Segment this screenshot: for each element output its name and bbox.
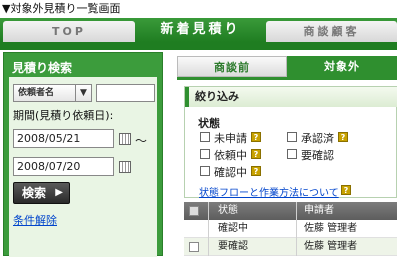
search-text-input[interactable] <box>96 84 155 102</box>
calendar-icon[interactable] <box>119 133 131 145</box>
calendar-icon[interactable] <box>119 161 131 173</box>
checkbox-needs-confirmation[interactable] <box>287 149 297 159</box>
cell-applicant: 佐藤 管理者 <box>304 241 358 252</box>
help-icon[interactable]: ? <box>338 132 348 142</box>
checkbox-label: 未申請 <box>214 132 247 145</box>
search-button-label: 検索 <box>22 186 47 200</box>
period-label: 期間(見積り依頼日): <box>13 109 114 122</box>
date-from-input[interactable]: 2008/05/21 <box>13 129 114 148</box>
play-arrow-icon: ▶ <box>55 187 63 198</box>
filter-heading: 絞り込み <box>185 87 397 107</box>
checkbox-requesting[interactable] <box>200 149 210 159</box>
select-all-checkbox[interactable] <box>189 206 199 216</box>
checkbox-unapplied[interactable] <box>200 132 210 142</box>
tab-negotiation-customers[interactable]: 商談顧客 <box>266 21 397 42</box>
checkbox-label: 要確認 <box>301 149 334 162</box>
search-field-select[interactable]: 依頼者名 ▼ <box>13 84 92 102</box>
tab-new-estimates[interactable]: 新着見積り <box>138 18 263 42</box>
cell-applicant: 佐藤 管理者 <box>304 223 358 234</box>
clear-conditions-link[interactable]: 条件解除 <box>13 212 57 228</box>
table-row[interactable]: 確認中 佐藤 管理者 <box>184 220 397 238</box>
checkbox-label: 依頼中 <box>214 149 247 162</box>
column-header-status[interactable]: 状態 <box>218 202 238 220</box>
filter-panel: 絞り込み 状態 未申請 ? 承認済 ? 依頼中 ? 要確認 確認中 ? 状態フロ… <box>184 86 397 199</box>
help-icon[interactable]: ? <box>341 185 351 195</box>
top-navigation: TOP 新着見積り 商談顧客 <box>0 18 397 42</box>
sidebar-title: 見積り検索 <box>12 61 73 75</box>
range-separator: 〜 <box>135 134 148 148</box>
cell-status: 要確認 <box>218 241 248 252</box>
checkbox-confirming[interactable] <box>200 166 210 176</box>
column-header-applicant[interactable]: 申請者 <box>304 202 334 220</box>
tab-top[interactable]: TOP <box>3 21 135 42</box>
nav-underline <box>0 42 397 50</box>
help-icon[interactable]: ? <box>251 132 261 142</box>
estimate-search-panel: 見積り検索 依頼者名 ▼ 期間(見積り依頼日): 2008/05/21 〜 20… <box>3 52 163 257</box>
subtab-excluded[interactable]: 対象外 <box>287 56 397 77</box>
help-icon[interactable]: ? <box>251 166 261 176</box>
cell-status: 確認中 <box>218 223 248 234</box>
checkbox-label: 確認中 <box>214 166 247 179</box>
date-to-input[interactable]: 2008/07/20 <box>13 157 114 176</box>
main-content: 商談前 対象外 絞り込み 状態 未申請 ? 承認済 ? 依頼中 ? 要確認 確認… <box>177 52 397 256</box>
checkbox-approved[interactable] <box>287 132 297 142</box>
status-label: 状態 <box>198 117 220 130</box>
column-divider <box>208 202 209 256</box>
search-field-select-value: 依頼者名 <box>18 88 55 98</box>
row-checkbox[interactable] <box>189 242 199 252</box>
status-flow-link[interactable]: 状態フローと作業方法について <box>199 184 339 199</box>
help-icon[interactable]: ? <box>251 149 261 159</box>
search-button[interactable]: 検索 ▶ <box>13 182 70 204</box>
checkbox-label: 承認済 <box>301 132 334 145</box>
search-form: 依頼者名 ▼ 期間(見積り依頼日): 2008/05/21 〜 2008/07/… <box>9 77 157 257</box>
table-header: 状態 申請者 <box>184 202 397 220</box>
column-divider <box>296 202 297 256</box>
subtab-underline <box>177 77 397 80</box>
subtab-before-negotiation[interactable]: 商談前 <box>177 56 287 77</box>
table-row[interactable]: 要確認 佐藤 管理者 <box>184 238 397 256</box>
chevron-down-icon: ▼ <box>75 85 91 101</box>
page-title: ▼対象外見積り一覧画面 <box>2 2 121 15</box>
